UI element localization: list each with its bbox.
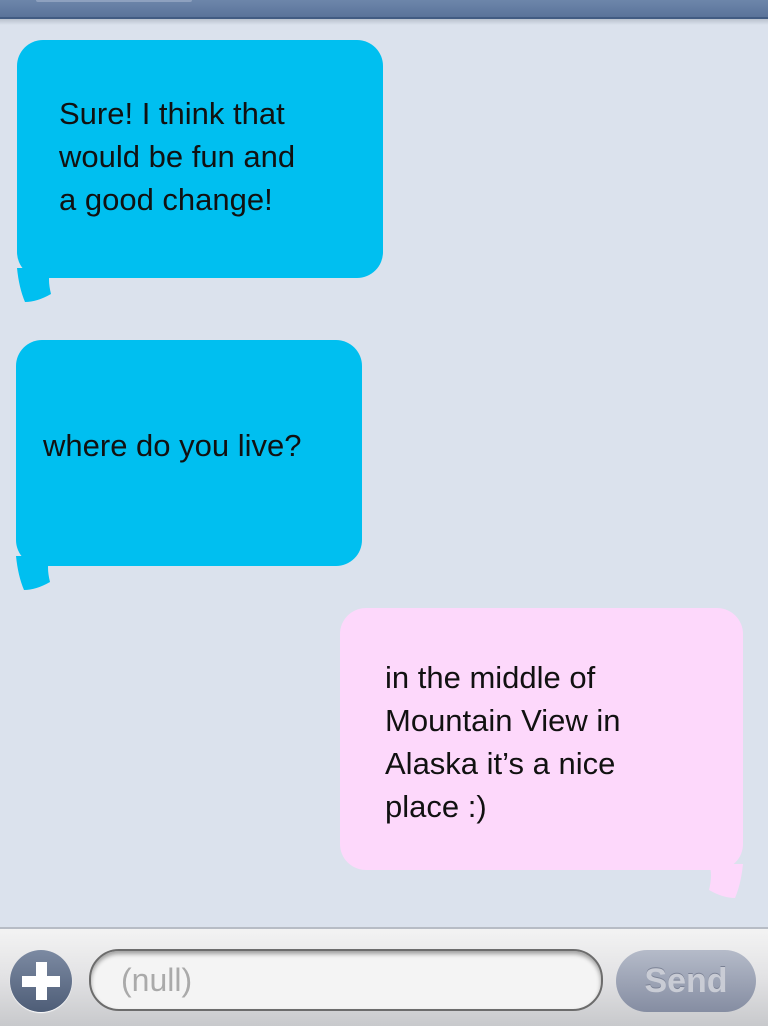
message-line: Alaska it’s a nice <box>385 746 616 781</box>
message-line: place :) <box>385 789 487 824</box>
bar-shadow <box>0 19 768 25</box>
message-input-bar: (null) Send <box>0 927 768 1026</box>
nav-segment <box>36 0 192 2</box>
message-line: Sure! I think that <box>59 96 285 131</box>
message-bubble-received: where do you live? <box>16 340 362 566</box>
bubble-tail <box>17 268 51 302</box>
message-line: Mountain View in <box>385 703 621 738</box>
message-bubble-sent: in the middle of Mountain View in Alaska… <box>340 608 743 870</box>
message-line: in the middle of <box>385 660 596 695</box>
navigation-bar <box>0 0 768 19</box>
message-line: would be fun and <box>59 139 296 174</box>
plus-icon[interactable] <box>10 950 72 1012</box>
bubble-tail <box>709 864 743 898</box>
message-line: where do you live? <box>43 428 302 463</box>
bubble-tail <box>16 556 50 590</box>
send-button[interactable]: Send <box>616 950 756 1012</box>
message-input[interactable]: (null) <box>89 949 603 1011</box>
message-line: a good change! <box>59 182 273 217</box>
message-bubble-received: Sure! I think that would be fun and a go… <box>17 40 383 278</box>
